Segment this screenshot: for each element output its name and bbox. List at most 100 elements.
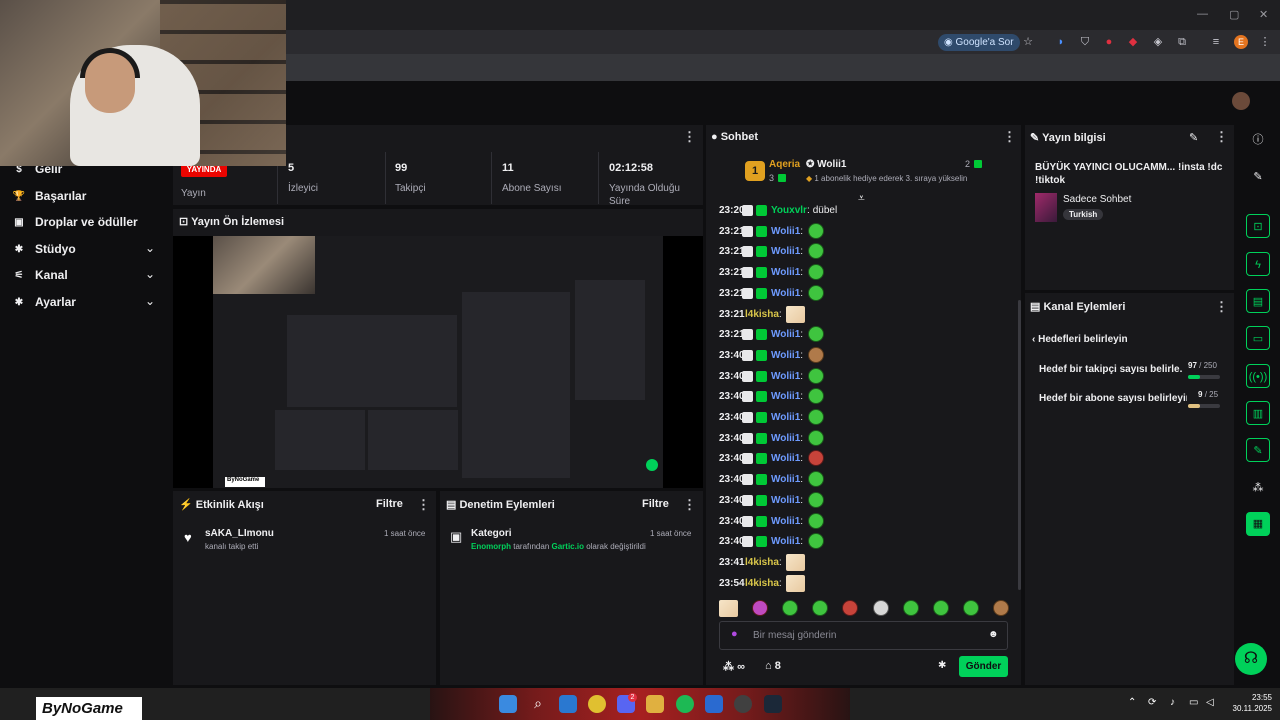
search-icon[interactable]: ⌕ xyxy=(529,695,547,713)
nav-item-achievements[interactable]: 🏆 Başarılar xyxy=(12,186,87,206)
nav-item-drops[interactable]: ▣ Droplar ve ödüller xyxy=(12,212,137,232)
chat-username[interactable]: Wolii1 xyxy=(771,329,800,340)
pencil-icon[interactable]: ✎ xyxy=(1246,165,1270,189)
server-icon[interactable]: ▥ xyxy=(1246,401,1270,425)
tray-volume-icon[interactable]: ◁ xyxy=(1206,697,1214,708)
nav-item-channel[interactable]: ⚟ Kanal xyxy=(12,265,68,285)
emote-icon[interactable] xyxy=(808,450,825,466)
goal-followers[interactable]: Hedef bir takipçi sayısı belirle... xyxy=(1039,364,1183,375)
chat-username[interactable]: l4kisha xyxy=(745,309,779,320)
emote-icon[interactable] xyxy=(808,492,825,508)
chat-username[interactable]: Wolii1 xyxy=(771,288,800,299)
bolt-icon[interactable]: ϟ xyxy=(1246,252,1270,276)
emote-icon[interactable] xyxy=(992,600,1009,616)
tag-pill[interactable]: Turkish xyxy=(1063,209,1104,220)
activity-user[interactable]: sAKA_LImonu xyxy=(205,528,274,539)
user-avatar[interactable] xyxy=(1232,92,1250,110)
goal-subs[interactable]: Hedef bir abone sayısı belirleyin xyxy=(1039,393,1187,404)
category-thumbnail[interactable] xyxy=(1035,193,1057,222)
tray-network-icon[interactable]: ▭ xyxy=(1189,697,1198,708)
tray-sync-icon[interactable]: ⟳ xyxy=(1148,697,1156,708)
emote-icon[interactable] xyxy=(808,285,825,301)
extension-diamond-icon[interactable]: ◈ xyxy=(1151,35,1165,49)
emote-icon[interactable] xyxy=(808,223,825,239)
emote-icon[interactable] xyxy=(785,553,805,571)
chat-username[interactable]: l4kisha xyxy=(745,578,779,589)
emote-icon[interactable] xyxy=(719,600,738,617)
send-button[interactable]: Gönder xyxy=(959,656,1008,677)
chevron-down-icon[interactable]: ⌄ xyxy=(145,241,155,255)
collapse-pinned-icon[interactable]: ⩡ xyxy=(858,191,865,206)
stats-menu-icon[interactable]: ⋮ xyxy=(683,129,696,145)
app-icon[interactable] xyxy=(705,695,723,713)
emote-icon[interactable] xyxy=(808,430,825,446)
microphone-icon[interactable]: ● xyxy=(731,628,738,640)
emote-icon[interactable] xyxy=(785,305,805,323)
leader-name[interactable]: Aqeria xyxy=(769,159,800,170)
emote-icon[interactable] xyxy=(752,600,769,616)
steam-icon[interactable] xyxy=(764,695,782,713)
folder-icon[interactable] xyxy=(646,695,664,713)
chat-settings-icon[interactable]: ✱ xyxy=(938,660,946,671)
windows-start-icon[interactable] xyxy=(499,695,517,713)
moderation-menu-icon[interactable]: ⋮ xyxy=(683,497,696,513)
chat-username[interactable]: Wolii1 xyxy=(771,246,800,257)
document-icon[interactable]: ▤ xyxy=(1246,289,1270,313)
moderation-target[interactable]: Gartic.io xyxy=(552,542,584,551)
extensions-puzzle-icon[interactable]: ⧉ xyxy=(1175,35,1189,49)
minimize-icon[interactable]: — xyxy=(1197,8,1208,20)
chat-username[interactable]: Wolii1 xyxy=(771,412,800,423)
gifter-name[interactable]: ✪ Wolii1 xyxy=(806,159,846,170)
emote-icon[interactable] xyxy=(808,513,825,529)
wrench-icon[interactable]: ✎ xyxy=(1246,438,1270,462)
google-ask-button[interactable]: ◉ Google'a Sor xyxy=(938,34,1020,51)
extension-red-icon[interactable]: ● xyxy=(1102,35,1116,49)
spotify-icon[interactable] xyxy=(676,695,694,713)
category-name[interactable]: Sadece Sohbet xyxy=(1063,194,1131,205)
game-icon[interactable]: ▦ xyxy=(1246,512,1270,536)
emote-icon[interactable] xyxy=(902,600,919,616)
extension-audio-icon[interactable]: ◗ xyxy=(1054,35,1068,49)
activity-menu-icon[interactable]: ⋮ xyxy=(417,497,430,513)
points-display[interactable]: ⁂ ∞ xyxy=(723,660,745,673)
chat-username[interactable]: Wolii1 xyxy=(771,371,800,382)
chat-username[interactable]: Wolii1 xyxy=(771,391,800,402)
chat-scrollbar[interactable] xyxy=(1018,300,1021,590)
obs-icon[interactable] xyxy=(734,695,752,713)
maximize-icon[interactable]: ▢ xyxy=(1229,8,1239,21)
chat-username[interactable]: Wolii1 xyxy=(771,536,800,547)
broadcast-icon[interactable]: ((•)) xyxy=(1246,364,1270,388)
chat-username[interactable]: Wolii1 xyxy=(771,226,800,237)
edit-pencil-icon[interactable]: ✎ xyxy=(1189,131,1198,144)
chat-username[interactable]: Wolii1 xyxy=(771,433,800,444)
emote-icon[interactable] xyxy=(962,600,979,616)
emote-icon[interactable] xyxy=(842,600,859,616)
emote-icon[interactable] xyxy=(808,264,825,280)
frame-icon[interactable]: ⊡ xyxy=(1246,214,1270,238)
tray-chevron-icon[interactable]: ⌃ xyxy=(1128,697,1136,708)
chat-username[interactable]: Wolii1 xyxy=(771,267,800,278)
moderation-filter-button[interactable]: Filtre xyxy=(642,498,669,510)
chat-username[interactable]: Wolii1 xyxy=(771,495,800,506)
emote-icon[interactable] xyxy=(812,600,829,616)
stream-info-menu-icon[interactable]: ⋮ xyxy=(1215,129,1228,145)
chat-username[interactable]: Youxvlr xyxy=(771,205,807,216)
emote-icon[interactable] xyxy=(808,368,825,384)
emote-icon[interactable] xyxy=(808,409,825,425)
activity-filter-button[interactable]: Filtre xyxy=(376,498,403,510)
emote-icon[interactable] xyxy=(872,600,889,616)
store-display[interactable]: ⌂ 8 xyxy=(765,660,781,672)
emote-icon[interactable] xyxy=(782,600,799,616)
emote-icon[interactable] xyxy=(808,347,825,363)
points-icon[interactable]: ⁂ xyxy=(1246,476,1270,500)
info-icon[interactable]: ⓘ xyxy=(1246,128,1270,152)
extension-ruby-icon[interactable]: ◆ xyxy=(1126,35,1140,49)
tray-clock[interactable]: 23:55 30.11.2025 xyxy=(1222,692,1272,714)
chevron-down-icon[interactable]: ⌄ xyxy=(145,267,155,281)
chat-username[interactable]: Wolii1 xyxy=(771,474,800,485)
profile-avatar[interactable]: E xyxy=(1234,35,1248,49)
emote-icon[interactable] xyxy=(932,600,949,616)
emoji-icon[interactable]: ☻ xyxy=(988,629,999,640)
chat-username[interactable]: Wolii1 xyxy=(771,350,800,361)
chat-bubble-icon[interactable]: ▭ xyxy=(1246,326,1270,350)
